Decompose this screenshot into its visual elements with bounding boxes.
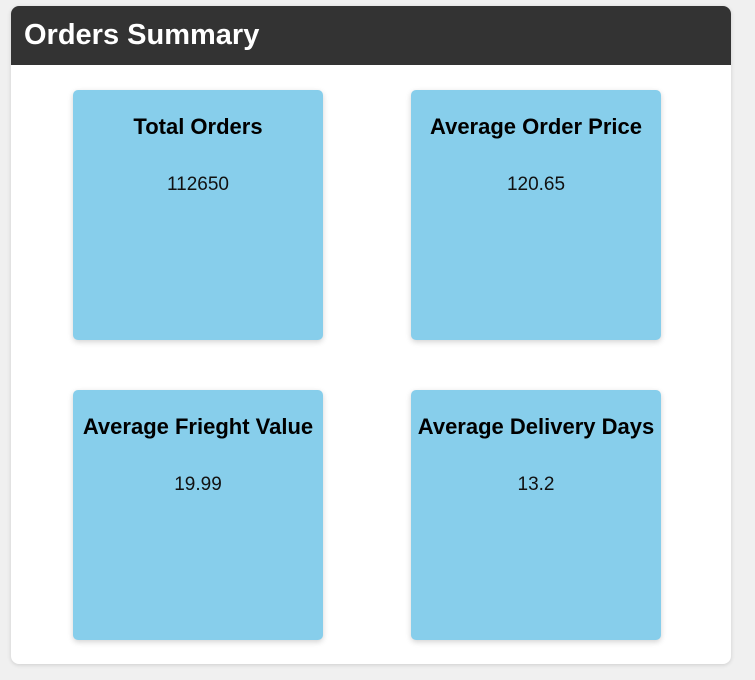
average-order-price-card: Average Order Price 120.65: [411, 90, 661, 340]
card-value: 13.2: [517, 474, 555, 495]
card-value: 120.65: [506, 174, 566, 195]
panel-header: Orders Summary: [11, 6, 731, 65]
card-title: Total Orders: [133, 114, 263, 139]
average-delivery-days-card: Average Delivery Days 13.2: [411, 390, 661, 640]
card-title: Average Delivery Days: [417, 414, 655, 439]
average-freight-value-card: Average Frieght Value 19.99: [73, 390, 323, 640]
card-title: Average Order Price: [430, 114, 642, 139]
panel-title: Orders Summary: [24, 19, 260, 51]
total-orders-card: Total Orders 112650: [73, 90, 323, 340]
card-title: Average Frieght Value: [82, 414, 314, 439]
orders-summary-panel: Orders Summary Total Orders 112650 Avera…: [11, 6, 731, 664]
card-value: 112650: [167, 174, 229, 195]
card-value: 19.99: [174, 474, 222, 495]
